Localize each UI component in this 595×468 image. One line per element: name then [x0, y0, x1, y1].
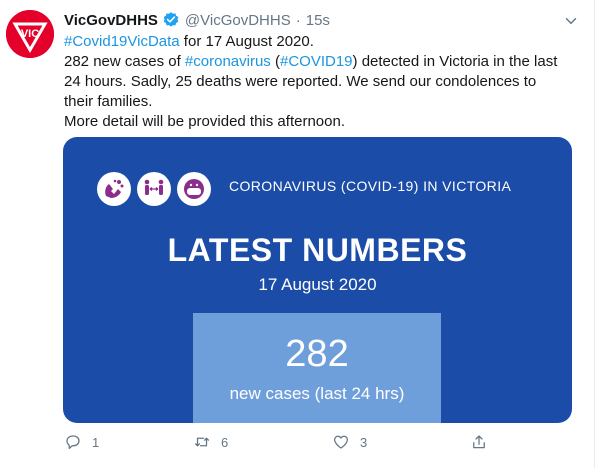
like-icon [332, 433, 350, 451]
vic-logo-icon: VIC [6, 10, 54, 58]
tweet-timestamp[interactable]: 15s [306, 12, 330, 29]
media-image-card[interactable]: CORONAVIRUS (COVID-19) IN VICTORIA LATES… [63, 137, 572, 423]
display-name[interactable]: VicGovDHHS [64, 12, 158, 29]
tweet-text: #Covid19VicData for 17 August 2020. 282 … [64, 32, 584, 132]
tweet-text-line: 282 new cases of #coronavirus (#COVID19)… [64, 52, 584, 72]
mask-icon [177, 172, 211, 206]
retweet-button[interactable]: 6 [193, 433, 228, 451]
svg-text:VIC: VIC [21, 28, 39, 40]
tweet-text-line: 24 hours. Sadly, 25 deaths were reported… [64, 73, 537, 90]
tweet-header: VicGovDHHS @VicGovDHHS · 15s [64, 10, 330, 30]
card-title: LATEST NUMBERS [167, 232, 468, 268]
new-cases-number: 282 [285, 333, 349, 375]
reply-count: 1 [92, 434, 100, 450]
share-icon [470, 433, 488, 451]
card-icon-row [97, 172, 211, 206]
like-count: 3 [360, 434, 368, 450]
hashtag-link[interactable]: #Covid19VicData [64, 33, 180, 50]
tweet-actions: 1 6 3 [64, 433, 504, 453]
tweet-text-segment: for 17 August 2020. [179, 33, 314, 50]
verified-badge-icon [162, 11, 180, 29]
hashtag-link[interactable]: #coronavirus [185, 53, 271, 70]
user-handle[interactable]: @VicGovDHHS [185, 12, 291, 29]
hashtag-link[interactable]: #COVID19 [280, 53, 353, 70]
tweet-text-segment: ) detected in Victoria in the last [352, 53, 558, 70]
avatar[interactable]: VIC [6, 10, 54, 58]
distancing-icon [137, 172, 171, 206]
reply-button[interactable]: 1 [64, 433, 99, 451]
new-cases-label: new cases (last 24 hrs) [229, 384, 405, 403]
retweet-count: 6 [221, 434, 229, 450]
tweet-text-line: More detail will be provided this aftern… [64, 113, 345, 130]
new-cases-box: 282 new cases (last 24 hrs) [193, 313, 441, 423]
tweet-text-line: their families. [64, 93, 153, 110]
like-button[interactable]: 3 [332, 433, 367, 451]
tweet[interactable]: VIC VicGovDHHS @VicGovDHHS · 15s #Covid1… [0, 0, 595, 468]
tweet-text-line: #Covid19VicData for 17 August 2020. [64, 32, 584, 52]
handwashing-icon [97, 172, 131, 206]
retweet-icon [193, 433, 211, 451]
share-button[interactable] [470, 433, 488, 451]
tweet-text-segment: ( [270, 53, 280, 70]
tweet-text-segment: 282 new cases of [64, 53, 185, 70]
separator-dot: · [295, 11, 301, 29]
more-options-chevron-down-icon[interactable] [562, 12, 580, 30]
card-heading: CORONAVIRUS (COVID-19) IN VICTORIA [229, 178, 512, 194]
reply-icon [64, 433, 82, 451]
card-date: 17 August 2020 [258, 275, 377, 294]
